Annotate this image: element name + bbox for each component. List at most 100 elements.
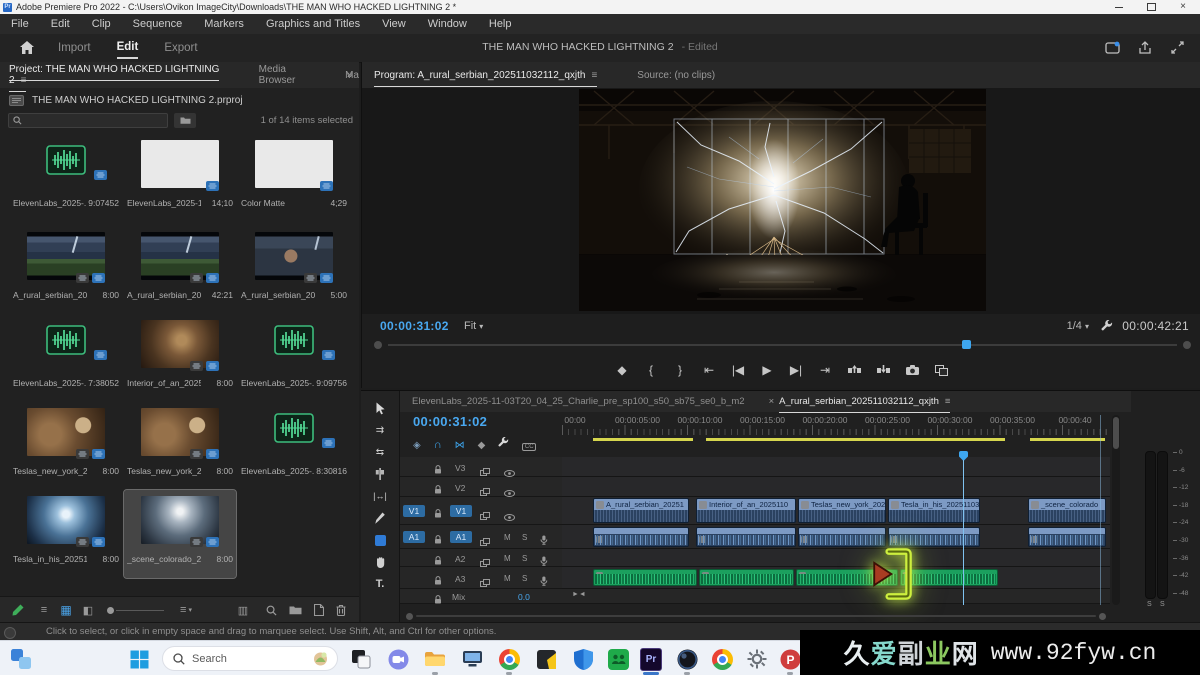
lift-icon[interactable]	[847, 365, 861, 376]
menu-graphics-and-titles[interactable]: Graphics and Titles	[255, 14, 371, 34]
minimize-icon[interactable]	[1115, 7, 1123, 8]
code-editor-icon[interactable]	[535, 648, 557, 670]
taskbar-search[interactable]: Search	[162, 646, 338, 671]
search-input[interactable]	[26, 115, 160, 127]
audio-clip[interactable]	[1028, 527, 1106, 547]
project-item-elevenlabs-2025-11[interactable]: ElevenLabs_2025-11-...14;10	[124, 134, 236, 222]
green-app-icon[interactable]	[607, 648, 629, 670]
project-item-elevenlabs-2025[interactable]: ElevenLabs_2025-...9:09756	[238, 314, 350, 402]
device-icon[interactable]	[461, 648, 483, 670]
tab-sequence-background[interactable]: ElevenLabs_2025-11-03T20_04_25_Charlie_p…	[412, 396, 745, 407]
find-icon[interactable]	[260, 597, 282, 623]
project-item-tesla-in-his-2025110[interactable]: Tesla_in_his_2025110...8:00	[10, 490, 122, 578]
settings-icon[interactable]	[746, 648, 768, 670]
search-bin-filter-button[interactable]	[174, 113, 196, 128]
audio-track-header-a1[interactable]: A1A1MS	[400, 525, 562, 549]
chat-icon[interactable]	[387, 648, 409, 670]
project-item-a-rural-serbian-2025[interactable]: A_rural_serbian_2025...5:00	[238, 226, 350, 314]
track-label[interactable]: A2	[455, 554, 465, 564]
sphere-app-icon[interactable]	[676, 648, 698, 670]
lock-icon[interactable]	[434, 531, 442, 549]
delete-icon[interactable]	[330, 597, 352, 623]
type-tool-icon[interactable]: T.	[361, 573, 399, 595]
audio-track-header-a2[interactable]: A2MS	[400, 549, 562, 567]
audio-clip[interactable]	[888, 527, 980, 547]
track-label[interactable]: V3	[455, 463, 465, 473]
audio-track-header-a3[interactable]: A3 M S	[400, 567, 562, 589]
video-clip-interior-of-an-2025110[interactable]: Interior_of_an_2025110	[696, 498, 796, 523]
hand-tool-icon[interactable]	[361, 551, 399, 573]
picsart-icon[interactable]: P	[779, 648, 801, 670]
menu-file[interactable]: File	[0, 14, 40, 34]
mix-track-header[interactable]: Mix0.0►◄	[400, 589, 1110, 604]
captions-icon[interactable]: CC	[522, 435, 536, 453]
audio-track-content-a3[interactable]	[562, 567, 1110, 589]
comparison-view-icon[interactable]	[934, 365, 948, 376]
video-track-header-v3[interactable]: V3	[400, 457, 562, 477]
solo-button[interactable]: S	[522, 574, 527, 583]
track-label[interactable]: V2	[455, 483, 465, 493]
playback-resolution-dropdown[interactable]: 1/4 ▾	[1067, 320, 1089, 332]
program-playhead[interactable]	[962, 340, 971, 349]
menu-clip[interactable]: Clip	[81, 14, 122, 34]
project-item-elevenlabs-2025[interactable]: ElevenLabs_2025-...8:30816	[238, 402, 350, 490]
project-file-row[interactable]: THE MAN WHO HACKED LIGHTNING 2.prproj	[0, 90, 359, 110]
zoom-handle-left[interactable]	[406, 613, 413, 620]
go-to-in-icon[interactable]: ⇤	[702, 363, 716, 377]
tab-source[interactable]: Source: (no clips)	[637, 70, 715, 81]
source-patch-a1[interactable]: A1	[403, 531, 425, 543]
chrome-icon[interactable]	[498, 648, 520, 670]
ripple-edit-tool-icon[interactable]: ⇆	[361, 441, 399, 463]
timeline-ruler[interactable]: 00:0000:00:05:0000:00:10:0000:00:15:0000…	[562, 412, 1110, 457]
play-icon[interactable]: ▶	[760, 363, 774, 377]
lock-icon[interactable]	[434, 591, 442, 609]
lock-icon[interactable]	[434, 505, 442, 523]
add-marker-icon[interactable]: ◆	[478, 435, 486, 453]
panel-menu-icon[interactable]: ≡	[591, 70, 597, 81]
widgets-icon[interactable]	[10, 648, 32, 670]
close-icon[interactable]: ×	[1180, 2, 1186, 12]
video-track-header-v1[interactable]: V1V1	[400, 497, 562, 525]
menu-help[interactable]: Help	[478, 14, 523, 34]
browser-icon[interactable]	[711, 648, 733, 670]
video-track-header-v2[interactable]: V2	[400, 477, 562, 497]
tab-close-icon[interactable]: ×	[769, 396, 775, 407]
menu-sequence[interactable]: Sequence	[122, 14, 194, 34]
menu-window[interactable]: Window	[417, 14, 478, 34]
writable-toggle-icon[interactable]	[8, 597, 28, 623]
video-clip-scene-colorado[interactable]: _scene_colorado	[1028, 498, 1106, 523]
track-select-forward-tool-icon[interactable]: ⇉	[361, 419, 399, 441]
meter-solo-label[interactable]: S	[1147, 601, 1152, 608]
music-clip[interactable]	[593, 569, 697, 586]
defender-icon[interactable]	[572, 648, 594, 670]
program-current-timecode[interactable]: 00:00:31:02	[380, 319, 449, 333]
panel-menu-icon[interactable]: ≡	[945, 396, 951, 407]
maximize-icon[interactable]	[1147, 3, 1156, 11]
linked-selection-icon[interactable]: ⋈	[455, 435, 465, 453]
video-clip-a-rural-serbian-20251[interactable]: A_rural_serbian_20251	[593, 498, 689, 523]
add-marker-icon[interactable]: ◆	[615, 363, 629, 377]
video-clip-teslas-new-york-2025[interactable]: Teslas_new_york_2025	[798, 498, 886, 523]
audio-clip[interactable]	[696, 527, 796, 547]
sync-lock-icon[interactable]	[480, 507, 490, 525]
track-label[interactable]: A3	[455, 574, 465, 584]
task-view-icon[interactable]	[350, 648, 372, 670]
insert-as-nest-icon[interactable]: ◈	[413, 435, 421, 453]
slip-tool-icon[interactable]: |↔|	[361, 485, 399, 507]
track-target-v1[interactable]: V1	[450, 505, 472, 517]
new-bin-icon[interactable]	[284, 597, 306, 623]
quick-export-icon[interactable]	[1105, 41, 1120, 59]
mark-in-icon[interactable]: {	[644, 363, 658, 377]
mark-out-icon[interactable]: }	[673, 363, 687, 377]
lock-icon[interactable]	[434, 572, 442, 590]
timeline-vertical-scrollbar[interactable]	[1112, 415, 1120, 605]
zoom-handle-right[interactable]	[1099, 613, 1106, 620]
selection-tool-icon[interactable]	[361, 397, 399, 419]
project-item-a-rural-serbian-202[interactable]: A_rural_serbian_202...42:21	[124, 226, 236, 314]
extract-icon[interactable]	[876, 365, 890, 376]
fullscreen-icon[interactable]	[1171, 41, 1184, 59]
project-item-interior-of-an-202511[interactable]: Interior_of_an_202511...8:00	[124, 314, 236, 402]
project-tab-media-browser[interactable]: Media Browser	[259, 64, 325, 86]
video-track-content-v2[interactable]	[562, 477, 1110, 497]
mute-button[interactable]: M	[504, 574, 511, 583]
